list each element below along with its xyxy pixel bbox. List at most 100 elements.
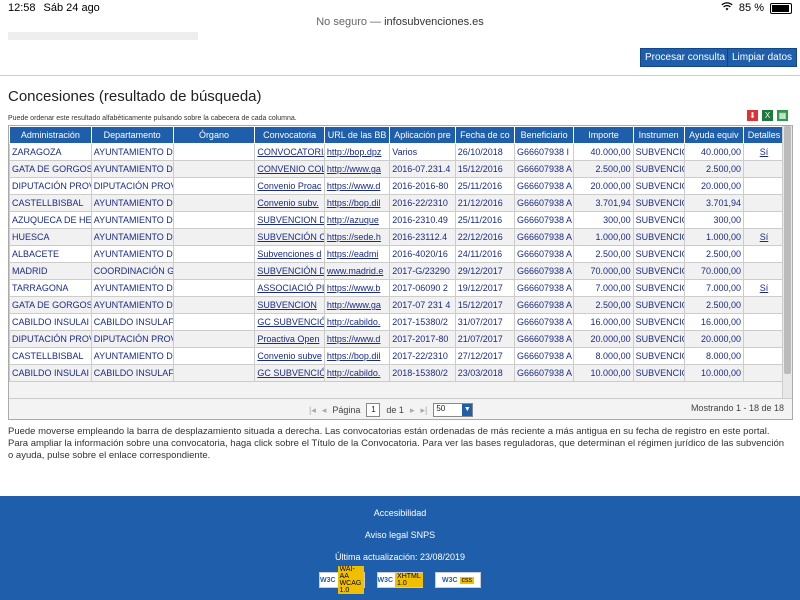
table-link[interactable]: www.madrid.e (323, 262, 391, 280)
grid-scrollbar[interactable] (782, 126, 792, 398)
table-link[interactable]: https://bop.dil (323, 194, 391, 212)
table-cell: 19/12/2017 (454, 279, 516, 297)
table-cell: 20.000,00 (573, 330, 634, 348)
table-row: MADRID COORDINACIÓN G SUBVENCIÓN Dwww.madr… (9, 262, 785, 280)
column-header[interactable]: Departamento (90, 126, 174, 144)
table-row: GATA DE GORGOS AYUNTAMIENTO D SUBVENCION ht… (9, 296, 785, 314)
column-header[interactable]: Fecha de co (454, 126, 516, 144)
column-header[interactable]: Instrumen (632, 126, 685, 144)
table-link[interactable]: https://www.b (323, 279, 391, 297)
legal-link[interactable]: Aviso legal SNPS (0, 530, 800, 540)
table-cell: 15/12/2017 (454, 296, 516, 314)
details-link (743, 194, 785, 212)
table-link[interactable]: http://azuque (323, 211, 391, 229)
first-page-icon[interactable]: |◂ (309, 405, 316, 416)
table-link[interactable]: Convenio Proac (254, 177, 325, 195)
table-cell: 40.000,00 (573, 143, 634, 161)
table-link[interactable]: CONVENIO COL (254, 160, 325, 178)
pdf-export-icon[interactable]: ⬇ (747, 110, 758, 121)
table-cell: 2017-2017-80 (389, 330, 456, 348)
csv-export-icon[interactable]: ▦ (777, 110, 788, 121)
table-cell: 70.000,00 (683, 262, 745, 280)
table-cell: AYUNTAMIENTO D (90, 347, 174, 365)
table-cell: DIPUTACIÓN PROV (90, 177, 174, 195)
table-link[interactable]: SUBVENCIÓN C (254, 228, 325, 246)
table-cell: 2017-22/2310 (389, 347, 456, 365)
table-cell: SUBVENCIÓ (632, 262, 685, 280)
table-row: TARRAGONA AYUNTAMIENTO D ASSOCIACIÓ PI http… (9, 279, 785, 297)
clear-data-button[interactable]: Limpiar datos (727, 48, 798, 67)
table-cell: 20.000,00 (683, 330, 745, 348)
process-query-button[interactable]: Procesar consulta (640, 48, 731, 67)
table-link[interactable]: http://www.ga (323, 160, 391, 178)
table-cell: 7.000,00 (683, 279, 745, 297)
table-link[interactable]: SUBVENCIÓN D (254, 262, 325, 280)
address-host: infosubvenciones.es (384, 16, 484, 28)
table-cell: 16.000,00 (573, 313, 634, 331)
table-link[interactable]: GC SUBVENCIÓ (254, 313, 325, 331)
table-cell: G66607938 A (513, 279, 575, 297)
last-page-icon[interactable]: ▸| (420, 405, 427, 416)
details-link[interactable]: Sí (743, 228, 785, 246)
table-cell: 24/11/2016 (454, 245, 516, 263)
table-link[interactable]: SUBVENCION D (254, 211, 325, 229)
table-link[interactable]: http://cabildo. (323, 364, 391, 382)
table-cell: 10.000,00 (683, 364, 745, 382)
table-link[interactable]: https://sede.h (323, 228, 391, 246)
table-cell: ALBACETE (9, 245, 92, 263)
column-header[interactable]: Órgano (172, 126, 256, 144)
table-link[interactable]: SUBVENCION (254, 296, 325, 314)
table-cell: G66607938 A (513, 228, 575, 246)
column-header[interactable]: Aplicación pre (389, 126, 456, 144)
column-header[interactable]: Detalles (743, 126, 785, 144)
accessibility-link[interactable]: Accesibilidad (0, 508, 800, 518)
table-cell: DIPUTACIÓN PROV (9, 177, 92, 195)
table-cell (172, 347, 256, 365)
column-header[interactable]: Beneficiario (513, 126, 575, 144)
details-link[interactable]: Sí (743, 143, 785, 161)
table-link[interactable]: https://bop.dil (323, 347, 391, 365)
table-cell: 2.500,00 (683, 245, 745, 263)
table-link[interactable]: Proactiva Open (254, 330, 325, 348)
table-link[interactable]: http://www.ga (323, 296, 391, 314)
table-cell: 2017-G/23290 (389, 262, 456, 280)
table-cell: 8.000,00 (573, 347, 634, 365)
wcag-badge[interactable]: W3C WAI-AA WCAG 1.0 (319, 566, 365, 594)
table-link[interactable]: https://www.d (323, 330, 391, 348)
scrollbar-thumb[interactable] (784, 126, 791, 374)
page-input[interactable]: 1 (366, 403, 381, 417)
next-page-icon[interactable]: ▸ (410, 405, 415, 416)
table-cell: 1.000,00 (573, 228, 634, 246)
table-cell: G66607938 A (513, 211, 575, 229)
table-link[interactable]: Convenio subve (254, 347, 325, 365)
table-cell: 1.000,00 (683, 228, 745, 246)
table-link[interactable]: Subvenciones d (254, 245, 325, 263)
table-link[interactable]: Convenio subv. (254, 194, 325, 212)
column-header[interactable]: URL de las BB (323, 126, 391, 144)
column-header[interactable]: Importe (573, 126, 634, 144)
table-cell: 2016-23112.4 (389, 228, 456, 246)
prev-page-icon[interactable]: ◂ (322, 405, 327, 416)
excel-export-icon[interactable]: X (762, 110, 773, 121)
table-link[interactable]: CONVOCATORIA (254, 143, 325, 161)
css-badge[interactable]: W3C css (435, 572, 481, 588)
address-bar[interactable]: No seguro — infosubvenciones.es (0, 16, 800, 32)
column-header[interactable]: Convocatoria (254, 126, 325, 144)
page-size-select[interactable]: 50 ▼ (433, 403, 474, 417)
table-link[interactable]: https://www.d (323, 177, 391, 195)
table-cell: G66607938 A (513, 160, 575, 178)
page-size-value: 50 (436, 404, 446, 413)
table-link[interactable]: GC SUBVENCIÓ (254, 364, 325, 382)
xhtml-badge[interactable]: W3C XHTML 1.0 (377, 572, 423, 588)
column-header[interactable]: Ayuda equiv (683, 126, 745, 144)
table-link[interactable]: http://cabildo. (323, 313, 391, 331)
column-header[interactable]: Administración (9, 126, 92, 144)
table-row: CASTELLBISBAL AYUNTAMIENTO D Convenio subv… (9, 347, 785, 365)
table-cell: SUBVENCIÓ (632, 211, 685, 229)
table-link[interactable]: http://bop.dpz (323, 143, 391, 161)
table-link[interactable]: ASSOCIACIÓ PI (254, 279, 325, 297)
table-link[interactable]: https://eadmi (323, 245, 391, 263)
table-cell: G66607938 A (513, 364, 575, 382)
table-cell (172, 143, 256, 161)
details-link[interactable]: Sí (743, 279, 785, 297)
